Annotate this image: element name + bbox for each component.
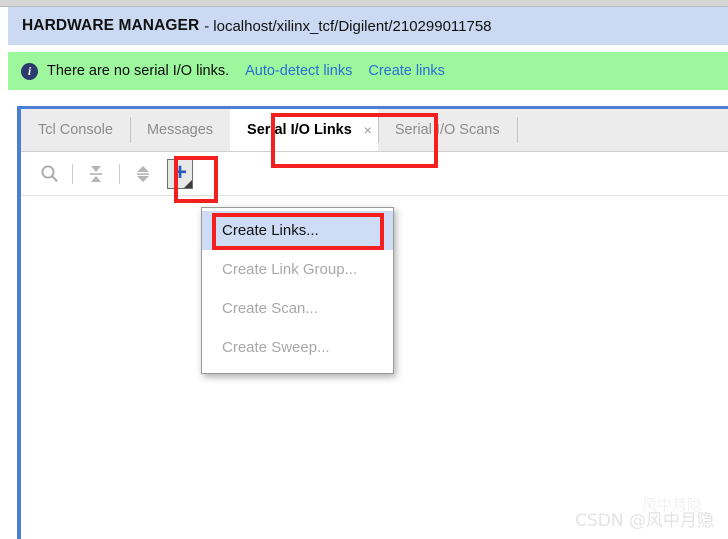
menu-item-label: Create Scan...: [222, 300, 318, 317]
toolbar-separator: [72, 163, 73, 184]
no-links-info-bar: i There are no serial I/O links. Auto-de…: [8, 52, 728, 90]
create-dropdown-menu: Create Links... Create Link Group... Cre…: [201, 207, 394, 374]
plus-icon: +: [172, 158, 187, 186]
menu-item-label: Create Link Group...: [222, 261, 358, 278]
panel-tab-strip: Tcl Console Messages Serial I/O Links × …: [21, 109, 728, 152]
menu-item-label: Create Sweep...: [222, 339, 330, 356]
add-button[interactable]: +: [167, 158, 193, 189]
collapse-all-icon[interactable]: [82, 160, 110, 188]
panel-toolbar: +: [21, 152, 728, 196]
watermark: CSDN @风中月隐: [575, 511, 714, 531]
auto-detect-links-link[interactable]: Auto-detect links: [245, 63, 352, 79]
menu-item-create-scan: Create Scan...: [202, 289, 393, 328]
menu-item-create-link-group: Create Link Group...: [202, 250, 393, 289]
close-icon[interactable]: ×: [364, 122, 372, 138]
info-bar-message: There are no serial I/O links.: [47, 63, 230, 79]
add-button-wrapper: +: [167, 158, 193, 189]
tab-tcl-console[interactable]: Tcl Console: [21, 109, 130, 151]
create-links-link[interactable]: Create links: [368, 63, 445, 79]
tab-label: Tcl Console: [38, 122, 113, 138]
menu-item-create-sweep: Create Sweep...: [202, 328, 393, 367]
search-icon[interactable]: [35, 160, 63, 188]
tab-end-separator: [516, 117, 518, 143]
header-separator: -: [204, 17, 210, 35]
tab-messages[interactable]: Messages: [129, 109, 230, 151]
tab-serial-io-links[interactable]: Serial I/O Links ×: [230, 109, 378, 151]
tab-label: Serial I/O Scans: [394, 122, 500, 138]
info-icon: i: [21, 62, 38, 80]
expand-collapse-icon[interactable]: [129, 160, 157, 188]
tab-label: Messages: [146, 122, 214, 138]
menu-item-label: Create Links...: [222, 222, 319, 239]
window-top-strip: [0, 0, 728, 7]
tab-serial-io-scans[interactable]: Serial I/O Scans: [377, 109, 517, 151]
menu-item-create-links[interactable]: Create Links...: [202, 211, 393, 250]
hardware-manager-header: HARDWARE MANAGER - localhost/xilinx_tcf/…: [8, 7, 728, 45]
toolbar-separator: [119, 163, 120, 184]
page-title: HARDWARE MANAGER: [22, 17, 200, 34]
hardware-target-path: localhost/xilinx_tcf/Digilent/2102990117…: [213, 17, 492, 35]
tab-label: Serial I/O Links: [247, 122, 352, 138]
